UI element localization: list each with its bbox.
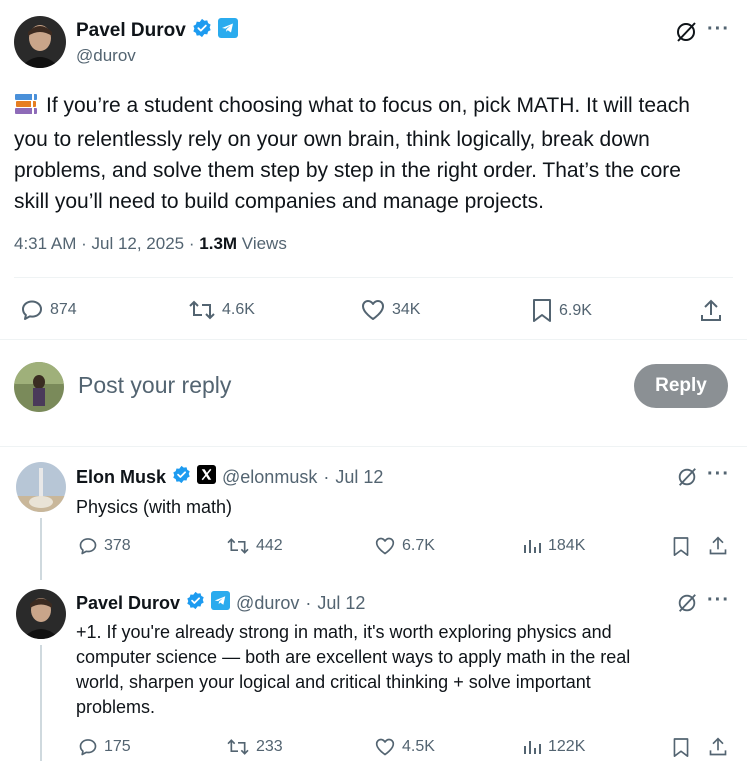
reply-icon	[79, 739, 97, 756]
views-count: 184K	[548, 537, 586, 554]
verified-badge-icon	[186, 591, 205, 615]
reply-action[interactable]: 175	[78, 737, 131, 757]
bookmark-icon	[533, 299, 551, 322]
views-count: 1.3M	[199, 234, 238, 253]
repost-icon	[189, 300, 215, 320]
bookmark-count: 6.9K	[559, 302, 592, 319]
more-options-icon[interactable]: ···	[707, 18, 730, 41]
reply-action[interactable]: 378	[78, 536, 131, 556]
views-icon	[524, 540, 541, 553]
tweet-text-line: you to relentlessly rely on your own bra…	[14, 128, 650, 151]
grok-icon[interactable]	[676, 592, 698, 614]
like-count: 34K	[392, 301, 421, 318]
reply-handle[interactable]: @elonmusk	[222, 467, 317, 488]
repost-icon	[227, 739, 249, 755]
share-icon[interactable]	[708, 535, 728, 557]
reply-text-line: world, sharpen your logical and critical…	[76, 672, 591, 692]
reply-text: +1. If you're already strong in math, it…	[76, 620, 736, 720]
reply-author-name[interactable]: Pavel Durov	[76, 593, 180, 614]
telegram-affiliate-icon[interactable]	[217, 18, 238, 43]
bookmark-icon[interactable]	[672, 536, 690, 558]
reply-avatar[interactable]	[16, 589, 66, 639]
reply-input[interactable]: Post your reply	[78, 372, 231, 399]
reply-text-line: problems.	[76, 697, 156, 717]
tweet-text-line: If you’re a student choosing what to foc…	[46, 94, 690, 117]
views-action[interactable]: 184K	[522, 536, 585, 556]
tweet-text-line: problems, and solve them step by step in…	[14, 159, 681, 182]
reply-count: 175	[104, 738, 131, 755]
repost-action[interactable]: 4.6K	[188, 298, 255, 322]
reply-text-line: computer science — both are excellent wa…	[76, 647, 631, 667]
reply-handle[interactable]: @durov	[236, 593, 299, 614]
telegram-affiliate-icon[interactable]	[211, 591, 231, 615]
like-action[interactable]: 4.5K	[374, 737, 435, 757]
my-avatar[interactable]	[14, 362, 64, 412]
repost-count: 233	[256, 738, 283, 755]
repost-action[interactable]: 233	[226, 737, 283, 757]
reply-text: Physics (with math)	[76, 497, 233, 517]
share-icon[interactable]	[708, 736, 728, 758]
like-action[interactable]: 34K	[360, 298, 420, 322]
views-label: Views	[241, 234, 287, 253]
author-handle[interactable]: @durov	[76, 46, 136, 66]
reply-count: 378	[104, 537, 131, 554]
heart-icon	[362, 300, 384, 320]
like-count: 6.7K	[402, 537, 435, 554]
tweet-meta: 4:31 AM · Jul 12, 2025 · 1.3M Views	[14, 234, 287, 253]
reply-icon	[22, 300, 42, 320]
heart-icon	[375, 738, 395, 756]
like-count: 4.5K	[402, 738, 435, 755]
reply-action[interactable]: 874	[20, 298, 77, 322]
author-avatar[interactable]	[14, 16, 66, 68]
reply-icon	[79, 538, 97, 555]
verified-badge-icon	[172, 465, 191, 489]
repost-action[interactable]: 442	[226, 536, 283, 556]
views-icon	[524, 741, 541, 754]
tweet-text-line: skill you’ll need to build companies and…	[14, 190, 544, 213]
reply-button[interactable]: Reply	[634, 364, 728, 408]
reply-count: 874	[50, 301, 77, 318]
grok-icon[interactable]	[676, 466, 698, 488]
divider	[0, 339, 747, 340]
reply-date[interactable]: Jul 12	[317, 593, 365, 614]
bookmark-icon[interactable]	[672, 737, 690, 759]
grok-icon[interactable]	[674, 20, 698, 44]
more-options-icon[interactable]: ···	[707, 463, 730, 486]
thread-line	[40, 518, 42, 580]
x-affiliate-icon[interactable]	[197, 465, 217, 489]
bookmark-action[interactable]: 6.9K	[531, 298, 592, 324]
thread-line	[40, 645, 42, 761]
tweet-text: If you’re a student choosing what to foc…	[14, 90, 739, 217]
divider	[14, 277, 733, 278]
views-action[interactable]: 122K	[522, 737, 585, 757]
views-count: 122K	[548, 738, 586, 755]
reply-text-line: +1. If you're already strong in math, it…	[76, 622, 612, 642]
repost-count: 442	[256, 537, 283, 554]
share-icon[interactable]	[699, 298, 723, 324]
repost-count: 4.6K	[222, 301, 255, 318]
like-action[interactable]: 6.7K	[374, 536, 435, 556]
books-emoji-icon	[14, 93, 38, 124]
reply-avatar[interactable]	[16, 462, 66, 512]
tweet-date[interactable]: Jul 12, 2025	[92, 234, 185, 253]
reply-author-name[interactable]: Elon Musk	[76, 467, 166, 488]
divider	[0, 446, 747, 447]
verified-badge-icon	[192, 18, 212, 43]
tweet-time[interactable]: 4:31 AM	[14, 234, 76, 253]
repost-icon	[227, 538, 249, 554]
author-name[interactable]: Pavel Durov	[76, 20, 186, 42]
heart-icon	[375, 537, 395, 555]
reply-date[interactable]: Jul 12	[335, 467, 383, 488]
more-options-icon[interactable]: ···	[707, 589, 730, 612]
